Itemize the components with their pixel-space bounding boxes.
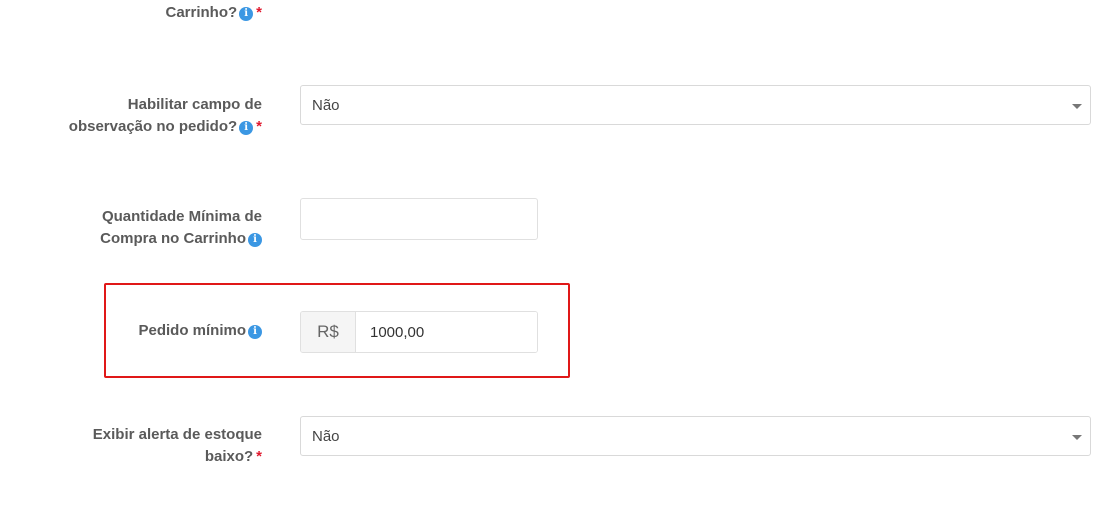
select-value: Não — [312, 97, 340, 114]
chevron-down-icon — [1072, 435, 1082, 440]
pedido-minimo-input[interactable] — [356, 312, 537, 352]
chevron-down-icon — [1072, 104, 1082, 109]
info-icon[interactable]: i — [248, 233, 262, 247]
required-mark: * — [256, 448, 262, 465]
carrinho-label: Carrinho? i * — [165, 4, 262, 21]
currency-addon: R$ — [301, 312, 356, 352]
info-icon[interactable]: i — [239, 7, 254, 21]
info-icon[interactable]: i — [239, 121, 254, 135]
alerta-estoque-select[interactable]: Não — [300, 416, 1091, 456]
quantidade-minima-label: Quantidade Mínima de Compra no Carrinho i — [100, 208, 262, 247]
select-value: Não — [312, 428, 340, 445]
observacao-select[interactable]: Não — [300, 85, 1091, 125]
observacao-label: Habilitar campo de observação no pedido?… — [68, 96, 262, 135]
pedido-minimo-input-group: R$ — [300, 311, 538, 353]
pedido-minimo-label: Pedido mínimo i — [138, 320, 262, 342]
required-mark: * — [256, 118, 262, 135]
info-icon[interactable]: i — [248, 325, 262, 339]
required-mark: * — [256, 4, 262, 21]
alerta-estoque-label: Exibir alerta de estoque baixo? * — [92, 426, 262, 465]
quantidade-minima-input[interactable] — [300, 198, 538, 240]
